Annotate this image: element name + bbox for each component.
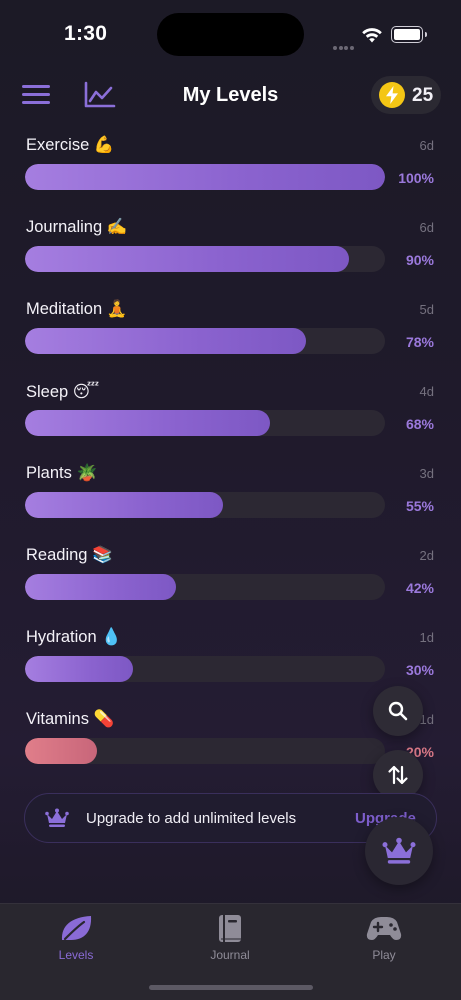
level-progress-bar [25, 492, 223, 518]
upgrade-message: Upgrade to add unlimited levels [86, 810, 297, 827]
level-row[interactable]: Plants 🪴 3d 55% [0, 458, 461, 540]
level-streak-days: 5d [419, 302, 434, 317]
wifi-icon [361, 26, 383, 44]
search-icon [388, 701, 408, 721]
crown-icon [382, 837, 416, 864]
level-row[interactable]: Reading 📚 2d 42% [0, 540, 461, 622]
tab-journal-label: Journal [210, 948, 250, 962]
level-name: Journaling ✍️ [26, 218, 128, 236]
coin-balance-badge[interactable]: 25 [371, 76, 441, 114]
level-row[interactable]: Journaling ✍️ 6d 90% [0, 212, 461, 294]
level-progress-bar [25, 328, 306, 354]
level-row[interactable]: Sleep 😴 4d 68% [0, 376, 461, 458]
level-row[interactable]: Meditation 🧘 5d 78% [0, 294, 461, 376]
gamepad-icon [366, 917, 402, 940]
level-percent: 90% [405, 252, 434, 268]
level-streak-days: 2d [419, 548, 434, 563]
level-percent: 55% [405, 498, 434, 514]
dynamic-island [157, 13, 304, 56]
sort-arrows-icon [388, 765, 408, 785]
tab-play[interactable]: Play [329, 912, 439, 962]
level-streak-days: 4d [419, 384, 434, 399]
level-progress-bar [25, 574, 177, 600]
level-name: Hydration 💧 [26, 628, 122, 646]
level-percent: 42% [405, 580, 434, 596]
level-streak-days: 1d [419, 630, 434, 645]
level-percent: 30% [405, 662, 434, 678]
level-streak-days: 3d [419, 466, 434, 481]
level-percent: 68% [405, 416, 434, 432]
tab-journal[interactable]: Journal [175, 912, 285, 962]
cellular-signal-icon [333, 37, 355, 50]
level-progress-bar [25, 410, 270, 436]
level-name: Vitamins 💊 [26, 710, 115, 728]
level-progress-track [25, 164, 385, 190]
coin-count: 25 [412, 85, 434, 106]
tab-play-label: Play [372, 948, 396, 962]
book-icon [219, 915, 241, 942]
status-bar: 1:30 [0, 0, 461, 70]
level-row[interactable]: Exercise 💪 6d 100% [0, 130, 461, 212]
tab-levels[interactable]: Levels [21, 912, 131, 962]
status-time: 1:30 [64, 22, 108, 45]
level-name: Exercise 💪 [26, 136, 115, 154]
level-progress-track [25, 492, 385, 518]
level-percent: 78% [405, 334, 434, 350]
lightning-coin-icon [379, 82, 405, 108]
tab-levels-label: Levels [58, 948, 94, 962]
level-progress-bar [25, 656, 133, 682]
leaf-icon [61, 916, 92, 941]
level-progress-bar [25, 246, 349, 272]
level-streak-days: 6d [419, 138, 434, 153]
home-indicator [149, 985, 313, 990]
level-name: Meditation 🧘 [26, 300, 128, 318]
level-progress-track [25, 656, 385, 682]
level-name: Sleep 😴 [26, 383, 100, 401]
level-name: Reading 📚 [26, 546, 113, 564]
level-progress-bar [25, 164, 385, 190]
level-percent: 100% [398, 170, 434, 186]
level-progress-track [25, 328, 385, 354]
crown-icon [45, 808, 69, 827]
battery-icon [391, 26, 427, 43]
search-button[interactable] [373, 686, 423, 736]
level-progress-track [25, 410, 385, 436]
level-progress-track [25, 738, 385, 764]
level-progress-bar [25, 738, 97, 764]
level-streak-days: 6d [419, 220, 434, 235]
level-progress-track [25, 246, 385, 272]
level-progress-track [25, 574, 385, 600]
level-name: Plants 🪴 [26, 464, 97, 482]
premium-button[interactable] [365, 817, 433, 885]
